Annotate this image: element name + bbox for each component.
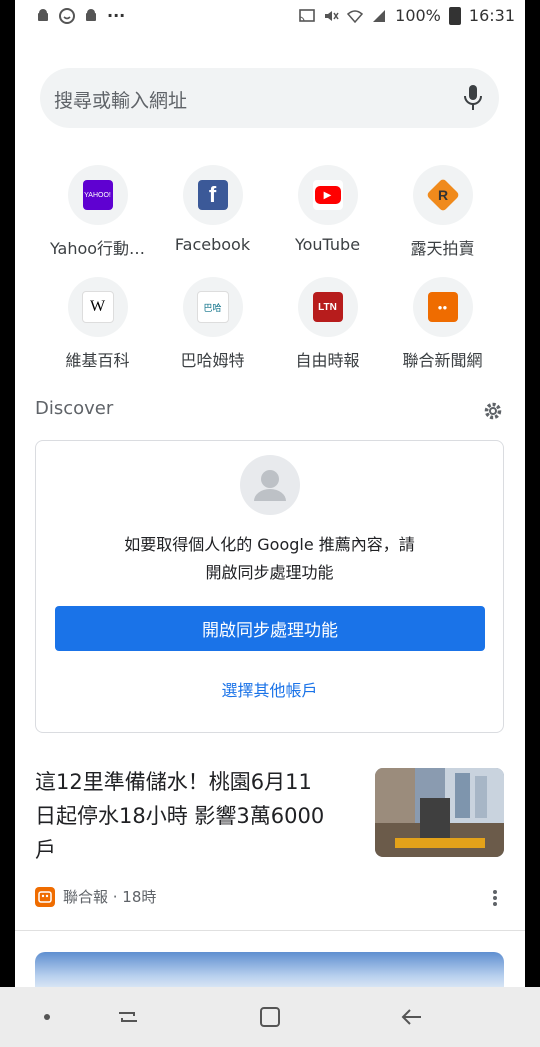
right-edge [525, 0, 540, 987]
shortcut-circle: ▶ [297, 165, 358, 225]
shortcut-label: 巴哈姆特 [180, 351, 245, 370]
shortcut-label: 露天拍賣 [410, 239, 475, 258]
sync-card: 如要取得個人化的 Google 推薦內容，請 開啟同步處理功能 開啟同步處理功能… [35, 440, 504, 733]
chat-icon [59, 7, 75, 24]
shortcut-label: Yahoo行動… [49, 239, 146, 258]
udn-icon [35, 886, 55, 907]
shortcut-circle: R [412, 165, 473, 225]
status-bar: ··· 100% 16:31 [15, 0, 525, 32]
android-icon [86, 8, 96, 21]
shortcut-youtube[interactable]: ▶ YouTube [270, 165, 385, 259]
divider [15, 930, 525, 931]
shortcut-label: Facebook [174, 235, 251, 254]
shortcut-label: 維基百科 [65, 351, 130, 370]
wikipedia-icon: W [81, 291, 114, 323]
ruten-icon: R [425, 178, 460, 212]
left-edge [0, 0, 15, 987]
yahoo-icon: YAHOO! [82, 180, 113, 210]
dot-icon[interactable] [42, 1012, 52, 1022]
search-placeholder[interactable]: 搜尋或輸入網址 [54, 86, 187, 113]
cast-icon [299, 8, 315, 22]
signal-icon [373, 9, 386, 22]
shortcut-facebook[interactable]: f Facebook [155, 165, 270, 259]
construction-site-image [375, 768, 504, 857]
article-thumbnail[interactable] [375, 768, 504, 857]
sync-message: 如要取得個人化的 Google 推薦內容，請 開啟同步處理功能 [36, 531, 503, 587]
status-right-icons: 100% 16:31 [299, 6, 515, 25]
shortcut-circle: LTN [297, 277, 358, 337]
shortcut-ruten[interactable]: R 露天拍賣 [385, 165, 500, 259]
facebook-icon: f [197, 180, 228, 210]
shortcut-circle: YAHOO! [67, 165, 128, 225]
shortcut-circle: 巴哈 [182, 277, 243, 337]
shortcut-circle: ●● [412, 277, 473, 337]
shortcut-label: YouTube [294, 235, 361, 254]
shortcut-yahoo[interactable]: YAHOO! Yahoo行動… [40, 165, 155, 259]
shortcut-wikipedia[interactable]: W 維基百科 [40, 277, 155, 371]
sync-message-line2: 開啟同步處理功能 [205, 563, 334, 582]
mute-icon [325, 10, 339, 21]
shortcut-ltn[interactable]: LTN 自由時報 [270, 277, 385, 371]
shortcut-label: 聯合新聞網 [402, 351, 483, 370]
shortcut-bahamut[interactable]: 巴哈 巴哈姆特 [155, 277, 270, 371]
system-nav-bar [0, 987, 540, 1047]
home-icon[interactable] [258, 1005, 282, 1029]
shortcut-udn[interactable]: ●● 聯合新聞網 [385, 277, 500, 371]
status-left-icons: ··· [35, 6, 125, 25]
wifi-icon [347, 9, 364, 23]
battery-percent: 100% [395, 6, 441, 25]
mic-icon[interactable] [463, 84, 483, 112]
shortcut-circle: f [182, 165, 243, 225]
udn-icon: ●● [427, 292, 458, 322]
discover-title: Discover [35, 398, 114, 419]
gear-icon[interactable] [483, 401, 503, 421]
battery-icon [448, 6, 461, 25]
article-source: 聯合報 · 18時 [35, 886, 156, 907]
next-article-image[interactable] [35, 952, 504, 992]
shortcut-label: 自由時報 [295, 351, 360, 370]
clock: 16:31 [468, 6, 515, 25]
turn-on-sync-button[interactable]: 開啟同步處理功能 [55, 606, 485, 651]
back-icon[interactable] [400, 1005, 424, 1029]
sync-message-line1: 如要取得個人化的 Google 推薦內容，請 [124, 535, 415, 554]
search-box[interactable]: 搜尋或輸入網址 [40, 68, 499, 128]
ltn-icon: LTN [312, 292, 343, 322]
choose-other-account-link[interactable]: 選擇其他帳戶 [36, 677, 503, 701]
recents-icon[interactable] [116, 1005, 140, 1029]
bahamut-icon: 巴哈 [196, 291, 229, 323]
android-icon [38, 8, 48, 21]
more-notifications-indicator: ··· [107, 6, 126, 25]
youtube-icon: ▶ [312, 180, 343, 210]
article-source-text: 聯合報 · 18時 [63, 888, 157, 906]
shortcut-tiles: YAHOO! Yahoo行動… f Facebook ▶ YouTube R 露… [40, 165, 500, 371]
person-icon [254, 470, 286, 501]
avatar [240, 455, 300, 515]
article-headline[interactable]: 這12里準備儲水！桃園6月11日起停水18小時 影響3萬6000戶 [35, 765, 325, 867]
more-vert-icon[interactable] [492, 889, 498, 907]
shortcut-circle: W [67, 277, 128, 337]
